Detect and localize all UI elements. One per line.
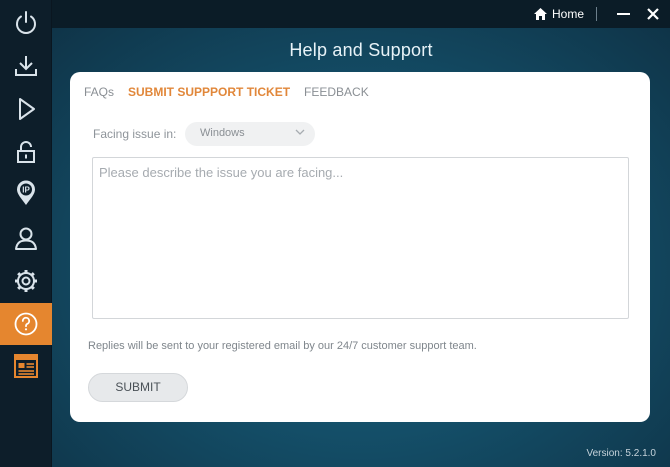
sidebar-item-ip[interactable]: IP <box>0 172 52 214</box>
os-select[interactable]: Windows <box>185 122 315 146</box>
sidebar-item-power[interactable] <box>0 2 52 44</box>
home-label: Home <box>551 7 584 21</box>
main-panel: Help and Support FAQs SUBMIT SUPPPORT TI… <box>52 28 670 467</box>
news-icon <box>14 354 38 378</box>
help-icon <box>14 312 38 336</box>
download-icon <box>15 56 37 76</box>
sidebar-item-play[interactable] <box>0 88 52 130</box>
home-link[interactable]: Home <box>533 6 584 22</box>
support-card: FAQs SUBMIT SUPPPORT TICKET FEEDBACK Fac… <box>70 72 650 422</box>
svg-text:IP: IP <box>22 186 30 195</box>
lock-icon <box>17 141 35 163</box>
home-icon <box>533 8 547 20</box>
power-icon <box>16 11 36 34</box>
tab-bar: FAQs SUBMIT SUPPPORT TICKET FEEDBACK <box>84 85 369 99</box>
tab-submit-ticket[interactable]: SUBMIT SUPPPORT TICKET <box>128 85 290 99</box>
tab-faqs[interactable]: FAQs <box>84 85 114 99</box>
page-title: Help and Support <box>289 40 433 60</box>
title-bar: Home <box>52 0 670 28</box>
ip-location-icon: IP <box>17 180 35 205</box>
sidebar: IP <box>0 0 52 467</box>
reply-note: Replies will be sent to your registered … <box>88 340 477 352</box>
sidebar-item-account[interactable] <box>0 217 52 259</box>
titlebar-divider <box>596 7 597 21</box>
sidebar-item-download[interactable] <box>0 45 52 87</box>
play-icon <box>19 98 35 120</box>
os-select-value: Windows <box>200 127 245 139</box>
sidebar-item-help[interactable] <box>0 303 52 345</box>
chevron-down-icon <box>295 129 305 135</box>
close-icon[interactable] <box>646 7 660 21</box>
sidebar-item-settings[interactable] <box>0 260 52 302</box>
version-label: Version: 5.2.1.0 <box>586 448 657 459</box>
gear-icon <box>15 270 37 292</box>
sidebar-item-lock[interactable] <box>0 131 52 173</box>
facing-issue-label: Facing issue in: <box>93 127 177 141</box>
minimize-button[interactable] <box>617 13 630 15</box>
tab-feedback[interactable]: FEEDBACK <box>304 85 369 99</box>
user-icon <box>15 227 37 250</box>
submit-button[interactable]: SUBMIT <box>88 373 188 402</box>
sidebar-item-news[interactable] <box>0 345 52 387</box>
issue-description-input[interactable] <box>92 157 629 319</box>
